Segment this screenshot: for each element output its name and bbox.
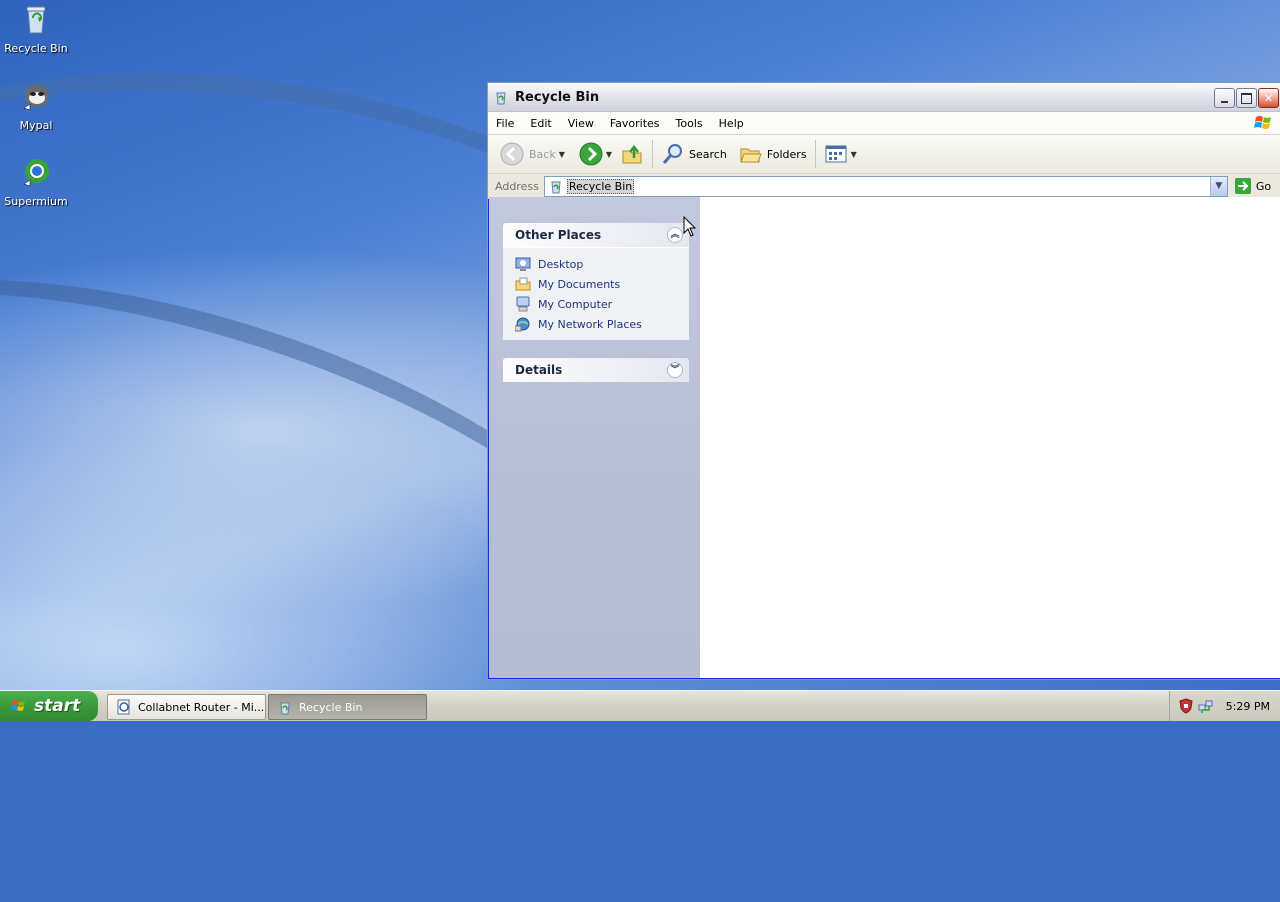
place-link-my-computer[interactable]: My Computer: [515, 294, 689, 314]
start-label: start: [34, 696, 81, 716]
details-title: Details: [515, 363, 563, 377]
chevron-down-icon: ▼: [1215, 181, 1223, 191]
desktop-icon-label: Supermium: [4, 195, 68, 208]
go-arrow-icon: [1234, 178, 1251, 194]
up-folder-button[interactable]: [616, 139, 648, 169]
menu-help[interactable]: Help: [711, 117, 752, 130]
details-header[interactable]: Details ︾: [503, 358, 689, 382]
address-value: Recycle Bin: [566, 178, 635, 194]
place-link-label: My Documents: [538, 277, 621, 291]
folders-icon: [740, 148, 762, 163]
views-icon: [825, 145, 847, 163]
forward-button[interactable]: ▼: [575, 139, 616, 169]
folders-label: Folders: [766, 147, 807, 161]
close-icon: ✕: [1263, 91, 1274, 105]
clock[interactable]: 5:29 PM: [1226, 700, 1270, 713]
mypal-icon: [23, 85, 49, 111]
windows-flag-icon: [10, 700, 25, 711]
supermium-icon: [23, 159, 49, 187]
my-network-places-icon: [515, 317, 530, 332]
window-content: Other Places ︽ Desktop My Documents My C…: [489, 197, 1280, 678]
taskbar-item-recycle-bin[interactable]: Recycle Bin: [268, 694, 427, 720]
menu-favorites[interactable]: Favorites: [602, 117, 668, 130]
other-places-body: Desktop My Documents My Computer My Netw…: [503, 247, 689, 340]
search-icon: [662, 144, 683, 164]
windows-flag-icon: [1254, 116, 1271, 129]
security-shield-icon[interactable]: [1178, 698, 1194, 714]
views-button[interactable]: ▼: [820, 139, 861, 169]
chevron-down-icon[interactable]: ▼: [606, 150, 612, 159]
minimize-icon: [1221, 100, 1228, 103]
place-link-my-documents[interactable]: My Documents: [515, 274, 689, 294]
back-arrow-icon: [500, 142, 524, 166]
place-link-label: My Computer: [538, 297, 613, 311]
search-button[interactable]: Search: [657, 139, 731, 169]
start-button[interactable]: start: [0, 691, 98, 721]
place-link-label: Desktop: [538, 257, 584, 271]
desktop-icon: [515, 257, 531, 271]
other-places-panel: Other Places ︽ Desktop My Documents My C…: [503, 223, 689, 340]
address-label: Address: [495, 179, 539, 193]
task-pane: Other Places ︽ Desktop My Documents My C…: [489, 197, 700, 678]
place-link-label: My Network Places: [538, 317, 642, 331]
go-button[interactable]: Go: [1234, 177, 1271, 195]
taskbar-item-collabnet-router[interactable]: Collabnet Router - Mi...: [107, 694, 266, 720]
folders-button[interactable]: Folders: [735, 139, 811, 169]
up-folder-icon: [622, 144, 642, 164]
browser-page-icon: [117, 699, 130, 715]
my-documents-icon: [515, 277, 531, 291]
desktop-icon-label: Recycle Bin: [4, 42, 68, 55]
chevron-down-icon[interactable]: ︾: [667, 362, 683, 378]
toolbar-separator: [814, 140, 816, 168]
system-tray: 5:29 PM: [1169, 691, 1280, 721]
forward-arrow-icon: [579, 142, 603, 166]
desktop-icon-supermium[interactable]: Supermium: [0, 156, 72, 208]
place-link-desktop[interactable]: Desktop: [515, 254, 689, 274]
my-computer-icon: [516, 296, 530, 312]
place-link-my-network-places[interactable]: My Network Places: [515, 314, 689, 334]
mouse-cursor-icon: [683, 216, 697, 237]
minimize-button[interactable]: [1214, 88, 1235, 108]
recycle-bin-icon: [26, 6, 46, 34]
menu-view[interactable]: View: [560, 117, 602, 130]
other-places-title: Other Places: [515, 228, 602, 242]
menu-edit[interactable]: Edit: [522, 117, 559, 130]
maximize-icon: [1241, 92, 1252, 104]
taskbar: start Collabnet Router - Mi... Recycle B…: [0, 690, 1280, 721]
close-button[interactable]: ✕: [1258, 88, 1279, 108]
menu-file[interactable]: File: [488, 117, 522, 130]
toolbar-separator: [652, 140, 654, 168]
file-list-area[interactable]: [700, 197, 1280, 678]
title-bar[interactable]: Recycle Bin ✕: [488, 83, 1280, 112]
maximize-button[interactable]: [1236, 88, 1257, 108]
network-connection-icon[interactable]: [1198, 698, 1214, 714]
explorer-window: Recycle Bin ✕ File Edit View Favorites T…: [487, 82, 1280, 680]
menu-tools[interactable]: Tools: [668, 117, 711, 130]
recycle-bin-icon: [496, 92, 506, 105]
desktop-icon-recycle-bin[interactable]: Recycle Bin: [0, 3, 72, 55]
chevron-down-icon[interactable]: ▼: [559, 150, 565, 159]
address-bar: Address Recycle Bin ▼ Go: [488, 174, 1280, 199]
other-places-header[interactable]: Other Places ︽: [503, 223, 689, 247]
taskbar-item-label: Recycle Bin: [299, 700, 363, 714]
back-label: Back: [529, 147, 556, 161]
address-dropdown-button[interactable]: ▼: [1209, 176, 1227, 196]
window-title: Recycle Bin: [515, 89, 600, 105]
chevron-up-icon[interactable]: ︽: [667, 227, 683, 243]
search-label: Search: [689, 147, 727, 161]
recycle-bin-icon: [551, 181, 561, 194]
taskbar-item-label: Collabnet Router - Mi...: [138, 700, 265, 714]
toolbar: Back ▼ ▼ Search Folders ▼: [488, 135, 1280, 174]
desktop-icon-label: Mypal: [19, 119, 53, 132]
details-panel: Details ︾: [503, 358, 689, 382]
go-label: Go: [1255, 179, 1272, 193]
desktop-icon-mypal[interactable]: Mypal: [0, 80, 72, 132]
back-button[interactable]: Back ▼: [496, 139, 569, 169]
recycle-bin-icon: [280, 702, 290, 715]
address-input[interactable]: Recycle Bin ▼: [543, 175, 1228, 197]
chevron-down-icon[interactable]: ▼: [851, 150, 857, 159]
menu-bar: File Edit View Favorites Tools Help: [488, 112, 1280, 135]
